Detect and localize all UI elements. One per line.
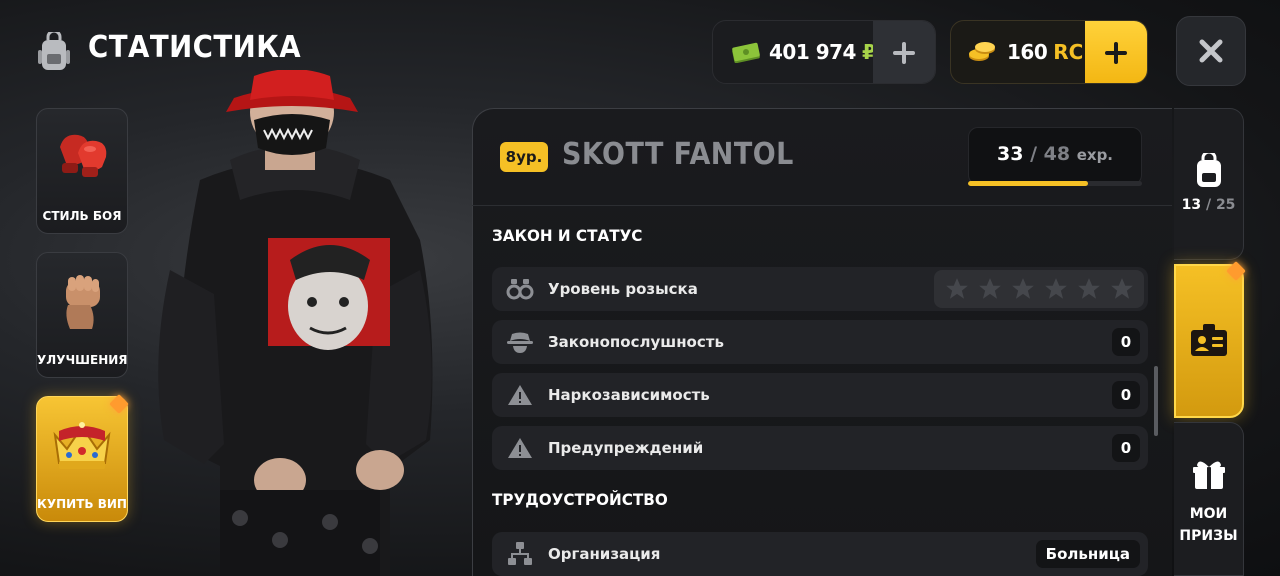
divider [472, 205, 1172, 206]
warning-icon [506, 381, 534, 409]
exp-unit: ехр. [1076, 146, 1114, 164]
close-icon [1199, 39, 1223, 63]
row-label: Уровень розыска [548, 280, 698, 298]
star-icon [1044, 278, 1067, 299]
tab-my-prizes[interactable]: МОИ ПРИЗЫ [1174, 422, 1244, 576]
exp-separator: / [1030, 143, 1038, 165]
row-value: Больница [1035, 540, 1140, 568]
gift-icon [1192, 459, 1226, 495]
sidebar-item-label: СТИЛЬ БОЯ [42, 209, 122, 223]
prizes-label: МОИ ПРИЗЫ [1179, 503, 1237, 547]
row-label: Предупреждений [548, 439, 704, 457]
star-icon [978, 278, 1001, 299]
row-organization: Организация Больница [492, 532, 1148, 576]
row-lawfulness: Законопослушность 0 [492, 320, 1148, 364]
cash-icon [731, 41, 761, 64]
add-coins-button[interactable] [1085, 21, 1147, 83]
section-title-employment: ТРУДОУСТРОЙСТВО [492, 490, 668, 509]
experience-progress-fill [968, 181, 1088, 186]
org-structure-icon [506, 540, 534, 568]
row-value: 0 [1112, 328, 1140, 356]
coins-value: 160 [1007, 40, 1048, 64]
fist-icon [52, 267, 112, 341]
backpack-icon [36, 29, 72, 72]
id-card-icon [1189, 322, 1229, 362]
coins-symbol: RC [1053, 40, 1084, 64]
handcuffs-icon [506, 275, 534, 303]
backpack-icon [1192, 150, 1226, 193]
section-title-law: ЗАКОН И СТАТУС [492, 226, 643, 245]
sidebar-item-label: УЛУЧШЕНИЯ [37, 353, 128, 367]
inventory-separator: / [1205, 197, 1212, 213]
money-balance: 401 974 ₽ [712, 20, 936, 84]
sidebar-item-fight-style[interactable]: СТИЛЬ БОЯ [36, 108, 128, 234]
coins-balance: 160 RC [950, 20, 1148, 84]
close-button[interactable] [1176, 16, 1246, 86]
row-label: Наркозависимость [548, 386, 710, 404]
row-label: Законопослушность [548, 333, 724, 351]
plus-icon [1105, 42, 1127, 64]
inventory-current: 13 [1181, 197, 1202, 213]
player-character-model [130, 69, 460, 576]
money-value: 401 974 [769, 40, 856, 64]
boxing-gloves-icon [50, 127, 114, 191]
row-warnings: Предупреждений 0 [492, 426, 1148, 470]
prizes-label-line1: МОИ [1189, 506, 1228, 522]
row-value: 0 [1112, 434, 1140, 462]
tab-inventory[interactable]: 13 / 25 [1174, 108, 1244, 260]
star-icon [1011, 278, 1034, 299]
experience-progress-bar [968, 181, 1142, 186]
add-money-button[interactable] [873, 21, 935, 83]
exp-max: 48 [1043, 143, 1071, 165]
crown-icon [49, 417, 115, 477]
plus-icon [893, 42, 915, 64]
inventory-max: 25 [1215, 197, 1236, 213]
player-name: SKOTT FANTOL [562, 137, 794, 172]
row-value: 0 [1112, 381, 1140, 409]
prizes-label-line2: ПРИЗЫ [1179, 528, 1238, 544]
row-label: Организация [548, 545, 661, 563]
sidebar-item-label: КУПИТЬ ВИП [37, 497, 127, 511]
scrollbar[interactable] [1154, 366, 1158, 436]
level-badge: 8ур. [500, 142, 548, 172]
wanted-stars [934, 270, 1144, 308]
sidebar-item-upgrades[interactable]: УЛУЧШЕНИЯ [36, 252, 128, 378]
coins-icon [967, 39, 997, 65]
spy-hat-icon [506, 328, 534, 356]
star-icon [1077, 278, 1100, 299]
row-wanted-level: Уровень розыска [492, 267, 1148, 311]
tab-statistics[interactable] [1174, 264, 1244, 418]
star-icon [1110, 278, 1133, 299]
sidebar-item-buy-vip[interactable]: КУПИТЬ ВИП [36, 396, 128, 522]
warning-icon [506, 434, 534, 462]
page-title: СТАТИСТИКА [88, 30, 302, 65]
inventory-count: 13 / 25 [1182, 197, 1236, 213]
experience-text: 33 / 48 ехр. [968, 143, 1142, 165]
row-addiction: Наркозависимость 0 [492, 373, 1148, 417]
star-icon [945, 278, 968, 299]
exp-current: 33 [996, 143, 1024, 165]
